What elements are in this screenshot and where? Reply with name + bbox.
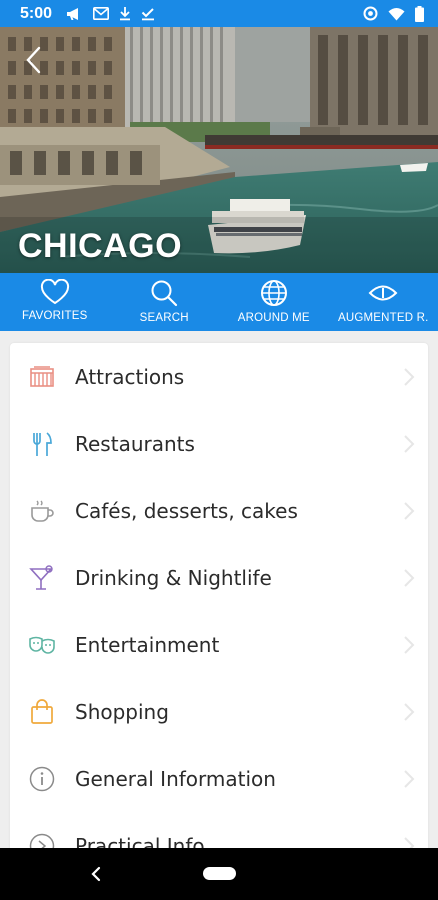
- chevron-right-icon: [404, 434, 415, 453]
- quick-nav-bar: FAVORITES SEARCH AROUND ME AUGMENTED R.: [0, 273, 438, 331]
- nav-around-me[interactable]: AROUND ME: [219, 273, 329, 331]
- menu-item-label: Restaurants: [75, 431, 195, 456]
- chevron-right-icon: [404, 702, 415, 721]
- data-saver-icon: [363, 6, 378, 21]
- nav-search[interactable]: SEARCH: [110, 273, 220, 331]
- menu-item-shopping[interactable]: Shopping: [10, 678, 428, 745]
- nav-search-label: SEARCH: [139, 312, 189, 324]
- nav-augmented-reality[interactable]: AUGMENTED R.: [329, 273, 438, 331]
- globe-icon: [260, 280, 287, 306]
- heart-icon: [40, 279, 69, 305]
- chevron-right-icon: [404, 769, 415, 788]
- download-done-icon: [141, 6, 155, 21]
- cocktail-icon: [28, 564, 56, 592]
- system-navigation-bar: [0, 848, 438, 900]
- nav-favorites-label: FAVORITES: [22, 310, 88, 322]
- nav-favorites[interactable]: FAVORITES: [0, 273, 110, 331]
- menu-item-attractions[interactable]: Attractions: [10, 343, 428, 410]
- info-icon: [28, 765, 56, 793]
- chevron-right-icon: [404, 367, 415, 386]
- menu-item-label: Entertainment: [75, 632, 220, 657]
- menu-item-label: Attractions: [75, 364, 185, 389]
- status-bar: 5:00: [0, 0, 438, 27]
- menu-item-entertainment[interactable]: Entertainment: [10, 611, 428, 678]
- menu-item-label: Cafés, desserts, cakes: [75, 498, 298, 523]
- megaphone-icon: [66, 7, 83, 21]
- system-home-pill[interactable]: [203, 867, 236, 880]
- menu-item-cafes[interactable]: Cafés, desserts, cakes: [10, 477, 428, 544]
- shopping-bag-icon: [28, 698, 56, 726]
- menu-item-label: Shopping: [75, 699, 169, 724]
- mail-icon: [93, 7, 110, 20]
- wifi-icon: [388, 7, 405, 21]
- chevron-left-icon: [26, 46, 41, 74]
- menu-item-label: Drinking & Nightlife: [75, 565, 272, 590]
- attractions-icon: [28, 363, 56, 391]
- masks-icon: [28, 631, 56, 659]
- menu-item-restaurants[interactable]: Restaurants: [10, 410, 428, 477]
- chevron-right-icon: [404, 568, 415, 587]
- chevron-right-icon: [404, 635, 415, 654]
- menu-item-label: General Information: [75, 766, 276, 791]
- city-title: CHICAGO: [18, 227, 183, 265]
- menu-item-drinking-nightlife[interactable]: Drinking & Nightlife: [10, 544, 428, 611]
- battery-icon: [415, 5, 424, 22]
- nav-around-me-label: AROUND ME: [237, 312, 310, 324]
- back-button[interactable]: [18, 43, 48, 77]
- category-list: Attractions Restaurants Cafés, desserts,…: [10, 343, 428, 863]
- hero-image: CHICAGO: [0, 27, 438, 273]
- system-back-icon[interactable]: [90, 865, 102, 883]
- status-icons-left: [66, 6, 155, 21]
- status-icons-right: [363, 5, 424, 22]
- coffee-cup-icon: [28, 497, 56, 525]
- download-icon: [119, 6, 131, 21]
- fork-knife-icon: [28, 430, 56, 458]
- eye-icon: [368, 285, 398, 301]
- status-time: 5:00: [20, 4, 53, 22]
- menu-item-general-information[interactable]: General Information: [10, 745, 428, 812]
- chevron-right-icon: [404, 501, 415, 520]
- nav-augmented-reality-label: AUGMENTED R.: [337, 312, 429, 324]
- search-icon: [151, 280, 178, 307]
